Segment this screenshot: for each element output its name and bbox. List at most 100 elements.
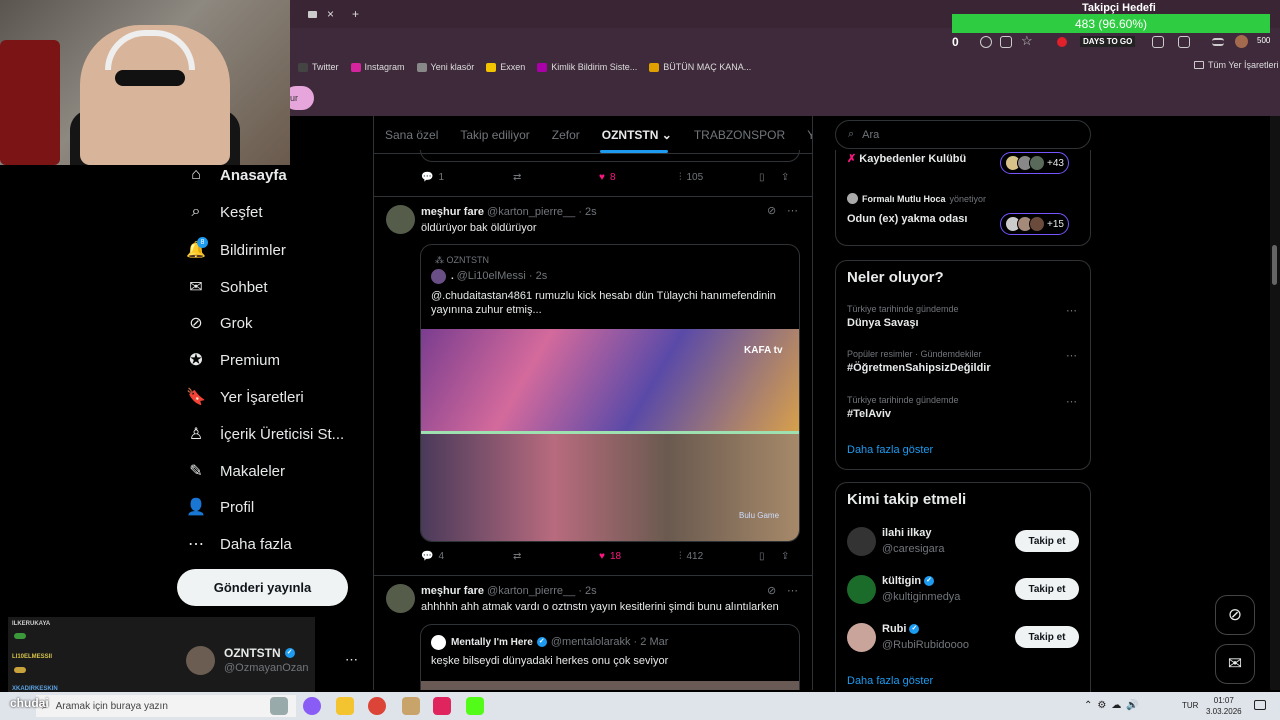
new-tab-button[interactable]: +	[352, 7, 359, 21]
file-explorer-icon[interactable]	[336, 697, 354, 715]
tab-takip-ediliyor[interactable]: Takip ediliyor	[449, 128, 540, 142]
post-avatar[interactable]	[386, 584, 415, 613]
nav-item[interactable]: ⌂ Anasayfa	[186, 166, 287, 184]
search-input[interactable]: ⌕ Ara	[835, 120, 1091, 149]
share-icon[interactable]	[1000, 36, 1012, 48]
messages-float-button[interactable]: ✉	[1215, 644, 1255, 684]
nav-item[interactable]: ⊘ Grok	[186, 313, 252, 333]
nav-item[interactable]: ✉ Sohbet	[186, 277, 267, 297]
chrome-icon[interactable]	[368, 697, 386, 715]
nav-item[interactable]: ⌕ Keşfet	[186, 203, 263, 221]
taskbar-search-input[interactable]: ⌕ Aramak için buraya yazın	[36, 695, 296, 717]
nav-item[interactable]: ⋯ Daha fazla	[186, 534, 292, 554]
menu-icon[interactable]	[1212, 38, 1224, 46]
language-indicator[interactable]: TUR	[1182, 701, 1198, 710]
tab-sana-ozel[interactable]: Sana özel	[374, 128, 449, 142]
quote-image[interactable]	[421, 681, 799, 690]
trend-item[interactable]: Türkiye tarihinde gündemde #TelAviv	[847, 395, 1079, 420]
suggestion-avatar[interactable]	[847, 527, 876, 556]
tab-zefor[interactable]: Zefor	[541, 128, 591, 142]
notification-center-icon[interactable]	[1254, 700, 1266, 710]
show-more-trends-link[interactable]: Daha fazla göster	[847, 444, 933, 456]
tab-trabzonspor[interactable]: TRABZONSPOR	[683, 128, 796, 142]
more-icon[interactable]: ⋯	[787, 584, 798, 597]
trend-item[interactable]: Türkiye tarihinde gündemde Dünya Savaşı	[847, 304, 1079, 329]
repost-button[interactable]: ⇄	[513, 551, 599, 562]
repost-button[interactable]: ⇄	[513, 172, 599, 183]
all-bookmarks-link[interactable]: Tüm Yer İşaretleri	[1194, 60, 1279, 70]
nav-item[interactable]: 🔖 Yer İşaretleri	[186, 387, 304, 407]
views-button[interactable]: ⫶ 105	[679, 172, 759, 183]
tray-icons[interactable]: ⌃⚙☁🔊	[1084, 700, 1144, 711]
bookmark-item[interactable]: Instagram	[350, 62, 405, 72]
account-name[interactable]: OZNTSTN ✓	[224, 646, 295, 660]
clock[interactable]: 01:07 3.03.2026	[1206, 695, 1242, 717]
like-button[interactable]: ♥ 18	[599, 551, 679, 562]
nav-item[interactable]: ✪ Premium	[186, 350, 280, 370]
tab-ozntstn[interactable]: OZNTSTN ⌄	[591, 128, 683, 142]
grok-icon[interactable]: ⊘	[767, 584, 776, 597]
trend-more-icon[interactable]: ⋯	[1066, 304, 1077, 317]
share-button[interactable]: ⇪	[781, 551, 789, 562]
bookmark-item[interactable]: Yeni klasör	[416, 62, 474, 72]
account-more-button[interactable]: ⋯	[345, 652, 358, 668]
quoted-post[interactable]: ⁂ OZNTSTN . @Li10elMessi · 2s @.chudaita…	[420, 244, 800, 542]
like-button[interactable]: ♥ 8	[599, 172, 679, 183]
quote-image-bottom[interactable]	[421, 434, 799, 541]
post-avatar[interactable]	[386, 205, 415, 234]
zoom-icon[interactable]	[980, 36, 992, 48]
views-button[interactable]: ⫶ 412	[679, 551, 759, 562]
grok-icon[interactable]: ⊘	[767, 204, 776, 217]
task-view-icon[interactable]	[270, 697, 288, 715]
reply-button[interactable]: 💬 4	[421, 551, 513, 562]
space-listeners[interactable]: +15	[1000, 213, 1069, 235]
scrollbar-thumb[interactable]	[1272, 245, 1277, 285]
grok-float-button[interactable]: ⊘	[1215, 595, 1255, 635]
post-button[interactable]: Gönderi yayınla	[177, 569, 348, 606]
nav-item[interactable]: 👤 Profil	[186, 497, 254, 517]
trend-more-icon[interactable]: ⋯	[1066, 395, 1077, 408]
space-listeners[interactable]: +43	[1000, 152, 1069, 174]
bookmark-button[interactable]: ▯	[759, 551, 781, 562]
suggestion-name[interactable]: kültigin ✓	[882, 575, 935, 587]
copilot-icon[interactable]	[303, 697, 321, 715]
extension-icon[interactable]	[1152, 36, 1164, 48]
star-icon[interactable]: ☆	[1021, 33, 1033, 49]
tab-close-button[interactable]: ×	[327, 7, 334, 21]
scrollbar[interactable]	[1270, 116, 1280, 690]
app-icon[interactable]	[433, 697, 451, 715]
trend-more-icon[interactable]: ⋯	[1066, 349, 1077, 362]
reply-button[interactable]: 💬 1	[421, 172, 513, 183]
days-to-go-badge[interactable]: DAYS TO GO	[1080, 36, 1136, 47]
suggestion-name[interactable]: Rubi ✓	[882, 623, 920, 635]
post-author[interactable]: meşhur fare @karton_pierre__ · 2s	[421, 585, 597, 597]
space-host[interactable]: Formalı Mutlu Hoca yönetiyor	[847, 193, 986, 204]
show-more-suggestions-link[interactable]: Daha fazla göster	[847, 675, 933, 687]
suggestion-avatar[interactable]	[847, 575, 876, 604]
follow-button[interactable]: Takip et	[1015, 530, 1079, 552]
post-author[interactable]: meşhur fare @karton_pierre__ · 2s	[421, 206, 597, 218]
puzzle-icon[interactable]	[1178, 36, 1190, 48]
follow-button[interactable]: Takip et	[1015, 578, 1079, 600]
bookmark-item[interactable]: BÜTÜN MAÇ KANA...	[649, 62, 751, 72]
nav-item[interactable]: ✎ Makaleler	[186, 461, 285, 481]
tab-yk[interactable]: YK	[796, 128, 812, 142]
share-button[interactable]: ⇪	[781, 172, 789, 183]
bookmark-button[interactable]: ▯	[759, 172, 781, 183]
bookmark-item[interactable]: Kimlik Bildirim Siste...	[537, 62, 637, 72]
account-avatar[interactable]	[186, 646, 215, 675]
bookmark-item[interactable]: Exxen	[486, 62, 525, 72]
nav-item[interactable]: ♙ İçerik Üreticisi St...	[186, 424, 344, 444]
follow-button[interactable]: Takip et	[1015, 626, 1079, 648]
space-title[interactable]: ✗ Kaybedenler Kulübü	[847, 152, 966, 165]
suggestion-avatar[interactable]	[847, 623, 876, 652]
bookmark-item[interactable]: Twitter	[298, 62, 339, 72]
suggestion-name[interactable]: ilahi ilkay	[882, 527, 932, 539]
quoted-post[interactable]: Mentally I'm Here ✓ @mentalolarakk · 2 Mar…	[420, 624, 800, 690]
extension-red-icon[interactable]	[1057, 37, 1067, 47]
app-icon[interactable]	[402, 697, 420, 715]
browser-avatar[interactable]	[1235, 35, 1248, 48]
browser-tab[interactable]: × +	[300, 2, 362, 26]
space-title[interactable]: Odun (ex) yakma odası	[847, 213, 967, 225]
more-icon[interactable]: ⋯	[787, 204, 798, 217]
